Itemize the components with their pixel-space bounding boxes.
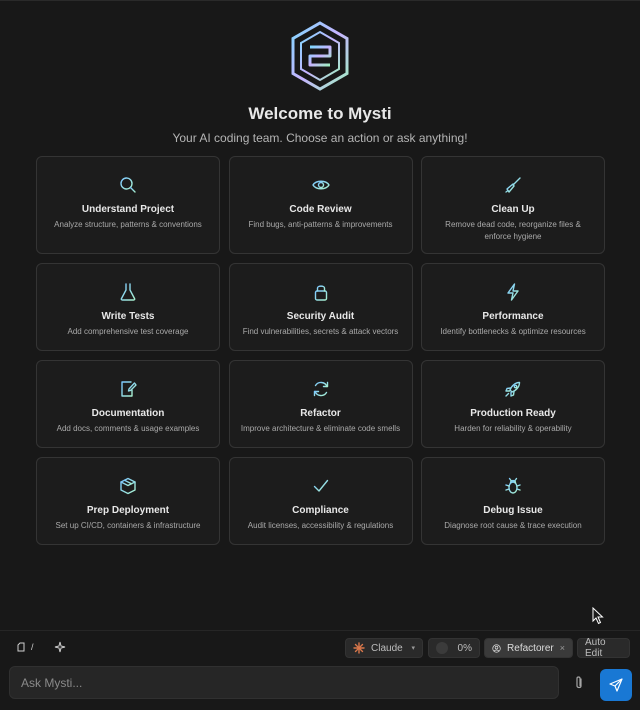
action-card-desc: Add docs, comments & usage examples [56, 424, 200, 433]
action-card-desc: Harden for reliability & operability [454, 424, 572, 433]
action-card-desc: Diagnose root cause & trace execution [444, 521, 582, 530]
action-card-title: Production Ready [470, 408, 556, 419]
lock-icon [311, 282, 331, 302]
mysti-logo [291, 21, 349, 91]
action-card-write-tests[interactable]: Write Tests Add comprehensive test cover… [36, 263, 220, 351]
model-name: Claude [371, 642, 403, 654]
action-card-production-ready[interactable]: Production Ready Harden for reliability … [421, 360, 605, 448]
action-card-desc: Improve architecture & eliminate code sm… [240, 424, 401, 433]
refresh-icon [311, 379, 331, 399]
action-card-desc: Set up CI/CD, containers & infrastructur… [55, 521, 201, 530]
action-card-documentation[interactable]: Documentation Add docs, comments & usage… [36, 360, 220, 448]
action-card-title: Documentation [91, 408, 165, 419]
paperclip-icon[interactable] [572, 675, 586, 691]
action-card-prep-deployment[interactable]: Prep Deployment Set up CI/CD, containers… [36, 457, 220, 545]
action-card-compliance[interactable]: Compliance Audit licenses, accessibility… [228, 457, 413, 545]
send-button[interactable] [600, 669, 632, 701]
action-card-title: Prep Deployment [86, 505, 170, 516]
checkmark-icon [311, 476, 331, 496]
action-card-title: Write Tests [101, 311, 155, 322]
composer-divider [0, 630, 640, 631]
action-card-title: Compliance [292, 505, 349, 516]
chat-input-container [9, 666, 559, 699]
action-grid: Understand Project Analyze structure, pa… [36, 156, 605, 545]
action-card-title: Clean Up [491, 204, 535, 215]
context-usage-percent: 0% [457, 642, 472, 654]
action-card-title: Refactor [300, 408, 341, 419]
action-card-desc: Add comprehensive test coverage [67, 327, 189, 336]
action-card-desc: Analyze structure, patterns & convention… [54, 220, 202, 229]
agent-name: Refactorer [507, 642, 554, 654]
document-edit-icon [118, 379, 138, 399]
edit-mode-toggle[interactable]: Auto Edit [577, 637, 630, 659]
search-icon [118, 175, 138, 195]
action-card-code-review[interactable]: Code Review Find bugs, anti-patterns & i… [228, 156, 413, 254]
progress-ring-icon [436, 642, 448, 654]
welcome-hero: Welcome to Mysti Your AI coding team. Ch… [0, 20, 640, 145]
bug-icon [503, 476, 523, 496]
lightning-icon [503, 282, 523, 302]
rocket-icon [503, 379, 523, 399]
package-icon [118, 476, 138, 496]
chevron-down-icon: ▾ [411, 645, 415, 652]
composer-toolbar: / Claude ▾ 0% Refactorer × Auto Edit [0, 636, 640, 660]
edit-mode-label: Auto Edit [585, 637, 606, 659]
action-card-desc: Remove dead code, reorganize files & enf… [445, 220, 581, 241]
action-card-title: Security Audit [286, 311, 355, 322]
claude-logo-icon [353, 642, 365, 654]
context-usage[interactable]: 0% [428, 638, 480, 658]
context-controls: / [17, 641, 66, 653]
action-card-debug-issue[interactable]: Debug Issue Diagnose root cause & trace … [421, 457, 605, 545]
agent-badge[interactable]: Refactorer × [484, 638, 573, 658]
action-card-desc: Find vulnerabilities, secrets & attack v… [242, 327, 399, 336]
broom-icon [503, 175, 523, 195]
model-selector[interactable]: Claude ▾ [345, 638, 423, 658]
page-title: Welcome to Mysti [248, 104, 392, 123]
action-card-understand-project[interactable]: Understand Project Analyze structure, pa… [36, 156, 220, 254]
context-path[interactable]: / [31, 642, 34, 652]
action-card-clean-up[interactable]: Clean Up Remove dead code, reorganize fi… [421, 156, 605, 254]
close-icon[interactable]: × [560, 643, 565, 653]
action-card-title: Understand Project [81, 204, 175, 215]
action-card-security-audit[interactable]: Security Audit Find vulnerabilities, sec… [228, 263, 413, 351]
action-card-title: Debug Issue [483, 505, 543, 516]
send-icon [609, 678, 623, 692]
eye-icon [311, 175, 331, 195]
flask-icon [118, 282, 138, 302]
action-card-desc: Find bugs, anti-patterns & improvements [248, 220, 393, 229]
chat-input[interactable] [10, 667, 558, 698]
action-card-refactor[interactable]: Refactor Improve architecture & eliminat… [228, 360, 413, 448]
mouse-pointer-icon [592, 607, 604, 625]
window-top-border [0, 0, 640, 1]
action-card-title: Performance [482, 311, 544, 322]
file-context-icon[interactable] [17, 642, 25, 652]
sparkle-icon[interactable] [54, 641, 66, 653]
user-circle-icon [492, 643, 501, 653]
action-card-performance[interactable]: Performance Identify bottlenecks & optim… [421, 263, 605, 351]
action-card-desc: Audit licenses, accessibility & regulati… [247, 521, 394, 530]
page-subtitle: Your AI coding team. Choose an action or… [172, 131, 468, 145]
action-card-desc: Identify bottlenecks & optimize resource… [440, 327, 586, 336]
action-card-title: Code Review [289, 204, 352, 215]
